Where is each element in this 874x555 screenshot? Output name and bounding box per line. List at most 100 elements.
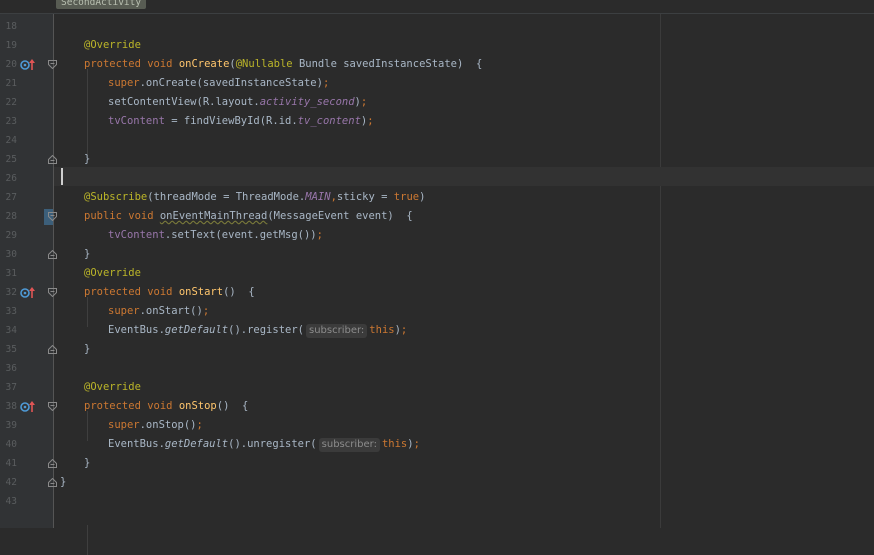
- code-token: ;: [367, 115, 374, 127]
- code-text[interactable]: protected void onStop() {: [84, 397, 248, 416]
- code-text[interactable]: tvContent = findViewById(R.id.tv_content…: [108, 112, 374, 131]
- line-number: 30: [5, 249, 17, 260]
- code-text[interactable]: @Override: [84, 378, 141, 397]
- code-line[interactable]: 36: [0, 359, 874, 378]
- override-arrow-icon[interactable]: [20, 400, 36, 413]
- code-token: true: [393, 191, 420, 203]
- code-line[interactable]: 30}: [0, 245, 874, 264]
- code-text[interactable]: super.onStop();: [108, 416, 203, 435]
- code-text[interactable]: super.onCreate(savedInstanceState);: [108, 74, 329, 93]
- line-number: 41: [5, 458, 17, 469]
- code-text[interactable]: }: [84, 150, 90, 169]
- parameter-hint: subscriber:: [318, 438, 380, 452]
- code-line[interactable]: 34 EventBus.getDefault().register(subscri…: [0, 321, 874, 340]
- code-line[interactable]: 21 super.onCreate(savedInstanceState);: [0, 74, 874, 93]
- code-token: }: [84, 248, 91, 260]
- code-line[interactable]: 18: [0, 17, 874, 36]
- line-number: 31: [5, 268, 17, 279]
- code-token: protected void: [84, 286, 179, 298]
- code-line[interactable]: 24: [0, 131, 874, 150]
- code-token: }: [84, 343, 91, 355]
- code-token: tvContent: [108, 115, 165, 127]
- code-line[interactable]: 25}: [0, 150, 874, 169]
- code-text[interactable]: EventBus.getDefault().unregister(subscri…: [108, 435, 420, 454]
- code-text[interactable]: setContentView(R.layout.activity_second)…: [108, 93, 367, 112]
- line-number: 25: [5, 154, 17, 165]
- code-token: super: [108, 419, 140, 431]
- code-line[interactable]: 33 super.onStart();: [0, 302, 874, 321]
- fold-icon[interactable]: [48, 154, 57, 164]
- code-token: }: [60, 476, 67, 488]
- line-number: 33: [5, 306, 17, 317]
- override-arrow-icon[interactable]: [20, 58, 36, 71]
- code-line[interactable]: 28 public void onEventMainThread(MessageE…: [0, 207, 874, 226]
- fold-icon[interactable]: [48, 402, 57, 412]
- code-line[interactable]: 38 protected void onStop() {: [0, 397, 874, 416]
- code-token: setContentView(R.layout.: [108, 96, 260, 108]
- code-token: MAIN: [305, 191, 331, 203]
- code-token: (threadMode = ThreadMode.: [147, 191, 306, 203]
- code-text[interactable]: @Subscribe(threadMode = ThreadMode.MAIN,…: [84, 188, 425, 207]
- code-text[interactable]: }: [60, 473, 66, 492]
- fold-icon[interactable]: [48, 477, 57, 487]
- code-text[interactable]: }: [84, 454, 90, 473]
- fold-icon[interactable]: [48, 212, 57, 222]
- override-arrow-icon[interactable]: [20, 286, 36, 299]
- code-text[interactable]: @Override: [84, 264, 141, 283]
- code-token: EventBus.: [108, 438, 165, 450]
- line-number: 22: [5, 97, 17, 108]
- code-text[interactable]: protected void onCreate(@Nullable Bundle…: [84, 55, 482, 74]
- code-line[interactable]: 20 protected void onCreate(@Nullable Bund…: [0, 55, 874, 74]
- code-token: sticky =: [336, 191, 394, 203]
- code-line[interactable]: 29 tvContent.setText(event.getMsg());: [0, 226, 874, 245]
- code-token: super: [108, 305, 140, 317]
- code-line[interactable]: 22 setContentView(R.layout.activity_secon…: [0, 93, 874, 112]
- code-token: @Nullable: [235, 58, 293, 70]
- code-line[interactable]: 31 @Override: [0, 264, 874, 283]
- code-line[interactable]: 37 @Override: [0, 378, 874, 397]
- code-line[interactable]: 26: [0, 169, 874, 188]
- line-number: 26: [5, 173, 17, 184]
- breadcrumb-class-name[interactable]: SecondActivity: [56, 0, 147, 9]
- line-number: 38: [5, 401, 17, 412]
- code-text[interactable]: }: [84, 245, 90, 264]
- line-number: 27: [5, 192, 17, 203]
- code-line[interactable]: 23 tvContent = findViewById(R.id.tv_conte…: [0, 112, 874, 131]
- line-number: 37: [5, 382, 17, 393]
- code-line[interactable]: 19 @Override: [0, 36, 874, 55]
- code-line[interactable]: 35}: [0, 340, 874, 359]
- code-line[interactable]: 41}: [0, 454, 874, 473]
- code-line[interactable]: 40 EventBus.getDefault().unregister(subsc…: [0, 435, 874, 454]
- fold-icon[interactable]: [48, 60, 57, 70]
- code-token: }: [84, 457, 91, 469]
- code-token: super: [108, 77, 140, 89]
- code-line[interactable]: 27 @Subscribe(threadMode = ThreadMode.MAI…: [0, 188, 874, 207]
- line-number: 20: [5, 59, 17, 70]
- fold-icon[interactable]: [48, 344, 57, 354]
- fold-icon[interactable]: [48, 458, 57, 468]
- code-token: ;: [322, 77, 330, 89]
- code-text[interactable]: EventBus.getDefault().register(subscribe…: [108, 321, 407, 340]
- code-text[interactable]: super.onStart();: [108, 302, 209, 321]
- parameter-hint: subscriber:: [305, 324, 368, 338]
- code-token: ;: [400, 324, 408, 336]
- code-token: ;: [196, 419, 203, 431]
- code-line[interactable]: 43: [0, 492, 874, 511]
- code-line[interactable]: 39 super.onStop();: [0, 416, 874, 435]
- line-number: 39: [5, 420, 17, 431]
- code-text[interactable]: public void onEventMainThread(MessageEve…: [84, 207, 413, 226]
- code-token: @Subscribe: [84, 191, 148, 203]
- code-line[interactable]: 32 protected void onStart() {: [0, 283, 874, 302]
- editor-breadcrumb-bar: SecondActivity: [0, 0, 874, 14]
- code-text[interactable]: tvContent.setText(event.getMsg());: [108, 226, 323, 245]
- fold-icon[interactable]: [48, 249, 57, 259]
- code-text[interactable]: @Override: [84, 36, 141, 55]
- code-token: ().unregister(: [228, 438, 317, 450]
- code-token: () {: [223, 286, 255, 298]
- code-line[interactable]: 42}: [0, 473, 874, 492]
- code-token: .setText(event.getMsg()): [164, 229, 317, 241]
- code-text[interactable]: protected void onStart() {: [84, 283, 255, 302]
- code-token: getDefault: [164, 438, 229, 450]
- fold-icon[interactable]: [48, 288, 57, 298]
- code-text[interactable]: }: [84, 340, 90, 359]
